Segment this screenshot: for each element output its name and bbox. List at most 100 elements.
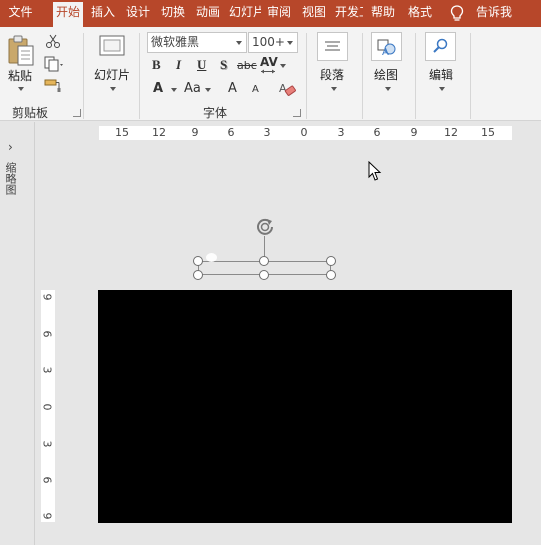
paragraph-button[interactable] bbox=[317, 32, 348, 61]
new-slide-dropdown-icon[interactable] bbox=[110, 87, 116, 91]
svg-text:A: A bbox=[382, 47, 389, 58]
drawing-label: 绘图 bbox=[374, 68, 399, 82]
font-group-label: 字体 bbox=[203, 106, 228, 120]
resize-handle-top-left[interactable] bbox=[193, 256, 203, 266]
spacing-dropdown-icon[interactable] bbox=[280, 64, 286, 68]
shapes-icon: A bbox=[377, 39, 396, 58]
clipboard-launcher-icon[interactable] bbox=[73, 109, 81, 117]
copy-icon[interactable] bbox=[44, 56, 64, 72]
font-color-button[interactable]: A bbox=[153, 81, 163, 96]
tell-me-search[interactable]: 告诉我 bbox=[446, 0, 541, 27]
cut-icon[interactable] bbox=[45, 33, 61, 49]
ribbon-tab-bar: 文件 开始 插入 设计 切换 动画 幻灯片放映 审阅 视图 开发工具 帮助 格式… bbox=[0, 0, 541, 27]
font-size-select[interactable]: 100+ bbox=[248, 32, 298, 53]
editing-button[interactable] bbox=[425, 32, 456, 61]
change-case-dropdown-icon[interactable] bbox=[205, 88, 211, 92]
underline-button[interactable]: U bbox=[197, 57, 206, 73]
resize-handle-bottom[interactable] bbox=[259, 270, 269, 280]
font-color-dropdown-icon[interactable] bbox=[171, 88, 177, 92]
bold-button[interactable]: B bbox=[152, 57, 161, 73]
find-search-icon bbox=[433, 38, 448, 53]
tab-insert[interactable]: 插入 bbox=[88, 0, 118, 27]
resize-handle-top-right[interactable] bbox=[326, 256, 336, 266]
tell-me-label: 告诉我 bbox=[476, 5, 513, 19]
ruler-tick-label: 3 bbox=[337, 126, 345, 139]
strikethrough-button[interactable]: abc bbox=[237, 59, 257, 72]
clipboard-paste-icon bbox=[8, 35, 34, 66]
paragraph-dropdown-icon[interactable] bbox=[331, 87, 337, 91]
ruler-tick-label: 12 bbox=[444, 126, 458, 139]
clear-formatting-icon[interactable]: A bbox=[278, 81, 296, 97]
ruler-tick-label: 12 bbox=[152, 126, 166, 139]
ruler-tick-label: 3 bbox=[40, 366, 54, 374]
font-name-select[interactable]: 微软雅黑 bbox=[147, 32, 247, 53]
font-name-value: 微软雅黑 bbox=[151, 35, 200, 49]
resize-handle-bottom-right[interactable] bbox=[326, 270, 336, 280]
horizontal-ruler: 15 12 9 6 3 0 3 6 9 12 15 bbox=[99, 126, 512, 140]
tab-slideshow[interactable]: 幻灯片放映 bbox=[229, 0, 261, 27]
character-spacing-button[interactable]: AV bbox=[260, 55, 278, 69]
new-slide-icon[interactable] bbox=[99, 35, 125, 57]
tab-design[interactable]: 设计 bbox=[123, 0, 153, 27]
group-separator bbox=[362, 33, 363, 119]
tab-review[interactable]: 审阅 bbox=[264, 0, 294, 27]
text-shadow-button[interactable]: S bbox=[220, 57, 227, 73]
ruler-tick-label: 0 bbox=[40, 403, 54, 411]
expand-chevron-icon[interactable]: › bbox=[8, 140, 13, 154]
rotate-handle-icon[interactable] bbox=[254, 216, 276, 238]
font-size-value: 100+ bbox=[252, 35, 285, 49]
tab-file[interactable]: 文件 bbox=[0, 0, 41, 27]
tab-help[interactable]: 帮助 bbox=[368, 0, 398, 27]
tab-format[interactable]: 格式 bbox=[405, 0, 435, 27]
italic-button[interactable]: I bbox=[176, 57, 181, 73]
ruler-tick-label: 0 bbox=[300, 126, 308, 139]
paragraph-align-icon bbox=[325, 41, 340, 51]
tab-developer[interactable]: 开发工具 bbox=[335, 0, 363, 27]
group-separator bbox=[470, 33, 471, 119]
shrink-font-button[interactable]: A bbox=[252, 84, 259, 95]
svg-text:A: A bbox=[279, 82, 287, 95]
font-launcher-icon[interactable] bbox=[293, 109, 301, 117]
new-slide-label[interactable]: 幻灯片 bbox=[94, 66, 130, 83]
resize-handle-bottom-left[interactable] bbox=[193, 270, 203, 280]
paste-button[interactable] bbox=[6, 33, 36, 69]
ribbon-home: 粘贴 剪贴板 幻灯片 微软雅黑 100+ B I U S abc AV A Aa… bbox=[0, 27, 541, 121]
ruler-tick-label: 9 bbox=[40, 512, 54, 520]
ruler-tick-label: 15 bbox=[115, 126, 129, 139]
change-case-button[interactable]: Aa bbox=[184, 81, 201, 96]
clipboard-group-label: 剪贴板 bbox=[12, 106, 49, 120]
font-size-dropdown-icon bbox=[287, 41, 293, 45]
ruler-tick-label: 6 bbox=[40, 330, 54, 338]
paragraph-label: 段落 bbox=[320, 68, 345, 82]
tab-view[interactable]: 视图 bbox=[299, 0, 329, 27]
tab-transitions[interactable]: 切换 bbox=[158, 0, 188, 27]
slide-canvas[interactable] bbox=[98, 290, 512, 523]
paste-label: 粘贴 bbox=[8, 69, 33, 83]
drawing-dropdown-icon[interactable] bbox=[385, 87, 391, 91]
tab-animations[interactable]: 动画 bbox=[193, 0, 223, 27]
group-separator bbox=[415, 33, 416, 119]
group-separator bbox=[139, 33, 140, 119]
lightbulb-icon bbox=[450, 5, 464, 21]
ruler-tick-label: 9 bbox=[191, 126, 199, 139]
vertical-ruler: 9 6 3 0 3 6 9 bbox=[41, 290, 55, 522]
thumbnail-pane: › 缩略图 bbox=[0, 122, 35, 545]
resize-handle-top[interactable] bbox=[259, 256, 269, 266]
grow-font-button[interactable]: A bbox=[228, 81, 237, 96]
drawing-button[interactable]: A bbox=[371, 32, 402, 61]
ruler-tick-label: 15 bbox=[481, 126, 495, 139]
spacing-arrows-icon bbox=[261, 69, 275, 74]
thumbnail-pane-label: 缩略图 bbox=[4, 162, 17, 195]
mouse-pointer-icon bbox=[368, 161, 382, 181]
editing-dropdown-icon[interactable] bbox=[439, 87, 445, 91]
format-painter-icon[interactable] bbox=[44, 79, 62, 93]
ruler-tick-label: 6 bbox=[40, 476, 54, 484]
paste-dropdown-icon[interactable] bbox=[18, 87, 24, 91]
ruler-tick-label: 9 bbox=[40, 293, 54, 301]
ruler-tick-label: 9 bbox=[410, 126, 418, 139]
group-separator bbox=[83, 33, 84, 119]
ruler-tick-label: 3 bbox=[263, 126, 271, 139]
tab-home[interactable]: 开始 bbox=[53, 2, 83, 27]
font-name-dropdown-icon bbox=[236, 41, 242, 45]
group-separator bbox=[306, 33, 307, 119]
